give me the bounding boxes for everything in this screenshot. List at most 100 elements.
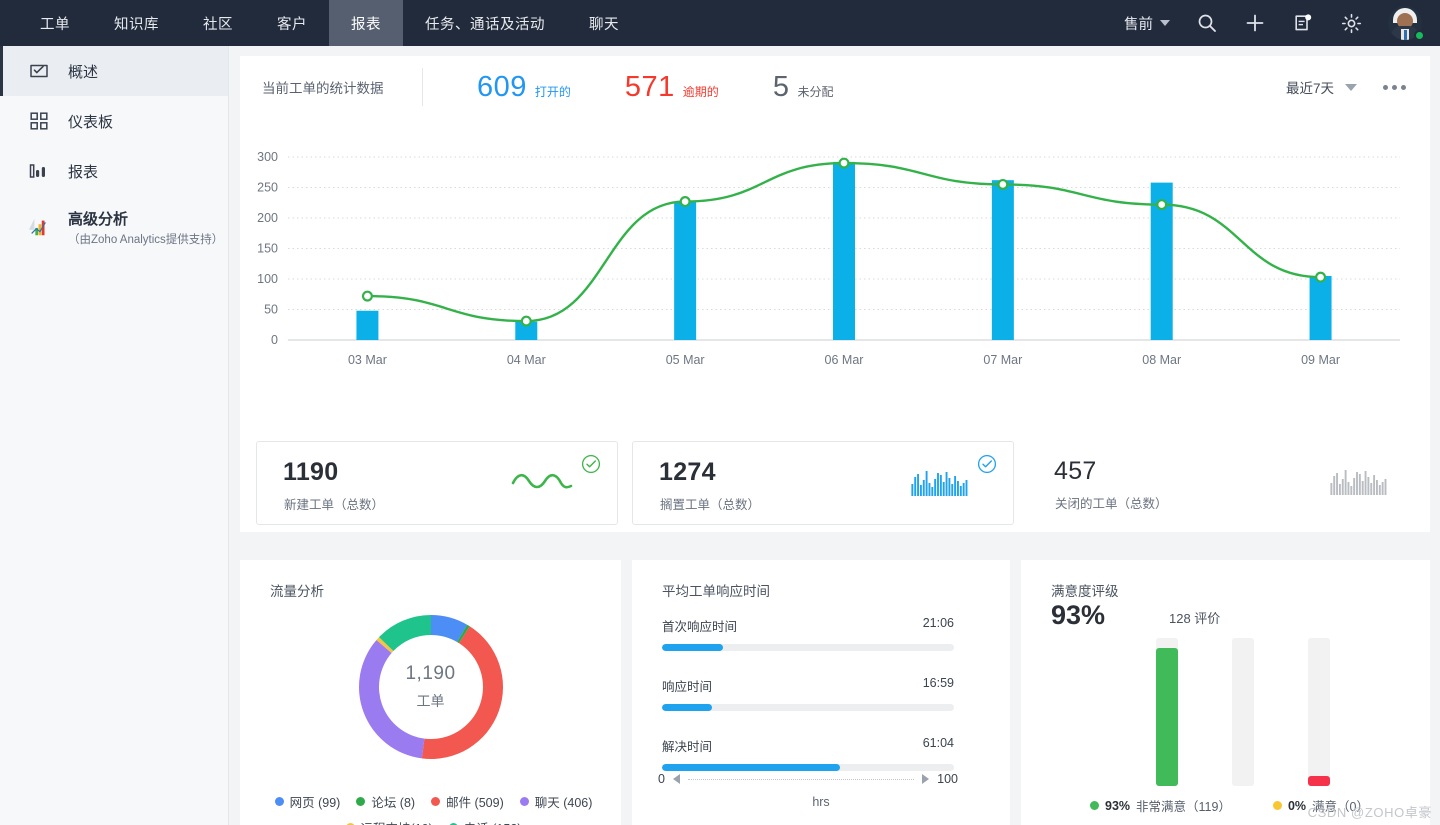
nav-item-3[interactable]: 客户 bbox=[255, 0, 329, 46]
avatar[interactable] bbox=[1384, 2, 1426, 44]
stat-open-value: 609 bbox=[477, 71, 527, 104]
response-row-first: 首次响应时间 21:06 bbox=[662, 616, 954, 651]
traffic-donut-chart[interactable]: 1,190 工单 bbox=[350, 606, 512, 768]
x-axis-tick: 07 Mar bbox=[983, 353, 1022, 367]
spark-bar bbox=[931, 487, 933, 496]
kpi-value: 1190 bbox=[283, 458, 338, 487]
chart-point[interactable] bbox=[681, 197, 690, 206]
ticket-stats-bar: 当前工单的统计数据 609 打开的 571 逾期的 5 未分配 最近7天 bbox=[240, 56, 1430, 118]
chart-point[interactable] bbox=[840, 159, 849, 168]
stat-open[interactable]: 609 打开的 bbox=[477, 71, 571, 104]
stat-overdue[interactable]: 571 逾期的 bbox=[625, 71, 719, 104]
stat-unassigned[interactable]: 5 未分配 bbox=[773, 71, 834, 104]
y-axis-tick: 50 bbox=[264, 303, 278, 317]
bar-fill bbox=[1308, 776, 1330, 786]
sidebar-item-reports[interactable]: 报表 bbox=[0, 146, 228, 196]
donut-total-unit: 工单 bbox=[417, 691, 445, 711]
sidebar-item-label: 高级分析 bbox=[68, 208, 223, 229]
spark-bar bbox=[940, 475, 942, 496]
nav-item-6[interactable]: 聊天 bbox=[567, 0, 641, 46]
nav-item-1[interactable]: 知识库 bbox=[92, 0, 181, 46]
satisfaction-bar-satisfied[interactable] bbox=[1232, 638, 1254, 786]
more-options-button[interactable] bbox=[1383, 85, 1406, 90]
sidebar-item-sublabel: （由Zoho Analytics提供支持） bbox=[68, 231, 223, 247]
kpi-card-closed-tickets[interactable]: 457 关闭的工单（总数） bbox=[1028, 441, 1416, 525]
nav-item-5[interactable]: 任务、通话及活动 bbox=[403, 0, 567, 46]
chart-bar[interactable] bbox=[356, 311, 378, 340]
kpi-value: 1274 bbox=[659, 458, 716, 487]
legend-percent: 0% bbox=[1288, 799, 1306, 813]
kpi-card-onhold-tickets[interactable]: 1274 搁置工单（总数） bbox=[632, 441, 1014, 525]
notifications-icon[interactable] bbox=[1282, 0, 1324, 46]
scale-right-arrow-icon[interactable] bbox=[922, 774, 929, 784]
chart-bar[interactable] bbox=[674, 202, 696, 340]
legend-item-remote-support[interactable]: 远程支持(10) bbox=[346, 818, 433, 825]
satisfaction-rating-count: 128 评价 bbox=[1169, 608, 1220, 627]
stat-overdue-label: 逾期的 bbox=[683, 83, 719, 100]
legend-item-phone[interactable]: 电话 (152) bbox=[449, 818, 522, 825]
sidebar-item-overview[interactable]: 概述 bbox=[0, 46, 228, 96]
response-row-header: 首次响应时间 21:06 bbox=[662, 616, 954, 635]
chart-point[interactable] bbox=[363, 292, 372, 301]
legend-swatch bbox=[520, 797, 529, 806]
legend-item-unsatisfied[interactable]: 7%不满意（9） bbox=[1175, 821, 1284, 825]
kpi-label: 新建工单（总数） bbox=[284, 494, 384, 513]
sidebar-item-dashboard[interactable]: 仪表板 bbox=[0, 96, 228, 146]
spark-bar bbox=[960, 486, 962, 496]
spark-bar bbox=[923, 480, 925, 496]
plus-icon[interactable] bbox=[1234, 0, 1276, 46]
chart-bar[interactable] bbox=[1310, 276, 1332, 340]
chevron-down-icon bbox=[1160, 20, 1170, 26]
tickets-trend-chart: 05010015020025030003 Mar04 Mar05 Mar06 M… bbox=[240, 118, 1430, 434]
top-nav-items: 工单知识库社区客户报表任务、通话及活动聊天 bbox=[18, 0, 641, 46]
chart-point[interactable] bbox=[522, 317, 531, 326]
chart-bar[interactable] bbox=[992, 180, 1014, 340]
legend-swatch bbox=[1273, 801, 1282, 810]
spark-bar bbox=[1382, 482, 1384, 495]
date-range-label: 最近7天 bbox=[1286, 77, 1334, 97]
spark-bar bbox=[934, 479, 936, 496]
spark-bar bbox=[1339, 484, 1341, 495]
spark-bar bbox=[1370, 483, 1372, 495]
spark-bar bbox=[954, 476, 956, 496]
nav-item-0[interactable]: 工单 bbox=[18, 0, 92, 46]
legend-item-email[interactable]: 邮件 (509) bbox=[431, 792, 504, 811]
kpi-card-new-tickets[interactable]: 1190 新建工单（总数） bbox=[256, 441, 618, 525]
satisfaction-legend-row-2: 7%不满意（9） bbox=[1039, 821, 1420, 825]
chart-bar[interactable] bbox=[833, 162, 855, 340]
response-scale: 0 100 bbox=[658, 772, 958, 786]
chart-point[interactable] bbox=[998, 180, 1007, 189]
spark-bar bbox=[948, 478, 950, 496]
gear-icon[interactable] bbox=[1330, 0, 1372, 46]
satisfaction-bar-unsatisfied[interactable] bbox=[1308, 638, 1330, 786]
sidebar-item-advanced-analytics[interactable]: 高级分析 （由Zoho Analytics提供支持） bbox=[0, 196, 228, 258]
spark-bar bbox=[1353, 478, 1355, 495]
nav-item-2[interactable]: 社区 bbox=[181, 0, 255, 46]
spark-bar bbox=[1348, 482, 1350, 495]
kpi-label: 关闭的工单（总数） bbox=[1055, 493, 1168, 512]
satisfaction-bar-very-satisfied[interactable] bbox=[1156, 638, 1178, 786]
panel-title: 满意度评级 bbox=[1051, 580, 1119, 600]
date-range-selector[interactable]: 最近7天 bbox=[1286, 77, 1357, 97]
chart-point[interactable] bbox=[1316, 273, 1325, 282]
nav-item-4[interactable]: 报表 bbox=[329, 0, 403, 46]
donut-center-label: 1,190 工单 bbox=[350, 606, 512, 768]
legend-item-web[interactable]: 网页 (99) bbox=[275, 792, 341, 811]
scale-left-arrow-icon[interactable] bbox=[673, 774, 680, 784]
scale-dotted-line bbox=[688, 779, 914, 780]
y-axis-tick: 250 bbox=[257, 181, 278, 195]
response-label: 响应时间 bbox=[662, 676, 712, 695]
spark-bar bbox=[1342, 479, 1344, 495]
department-selector[interactable]: 售前 bbox=[1114, 13, 1180, 34]
spark-bar bbox=[1359, 474, 1361, 495]
response-progress-fill bbox=[662, 704, 712, 711]
sidebar-item-label-group: 高级分析 （由Zoho Analytics提供支持） bbox=[68, 208, 223, 247]
avatar-tie bbox=[1404, 30, 1407, 40]
legend-row-2: 远程支持(10) 电话 (152) bbox=[256, 818, 611, 825]
spark-bar bbox=[1379, 485, 1381, 495]
chart-point[interactable] bbox=[1157, 200, 1166, 209]
legend-item-forum[interactable]: 论坛 (8) bbox=[356, 792, 415, 811]
search-icon[interactable] bbox=[1186, 0, 1228, 46]
legend-item-very-satisfied[interactable]: 93%非常满意（119） bbox=[1090, 796, 1231, 815]
legend-item-chat[interactable]: 聊天 (406) bbox=[520, 792, 593, 811]
